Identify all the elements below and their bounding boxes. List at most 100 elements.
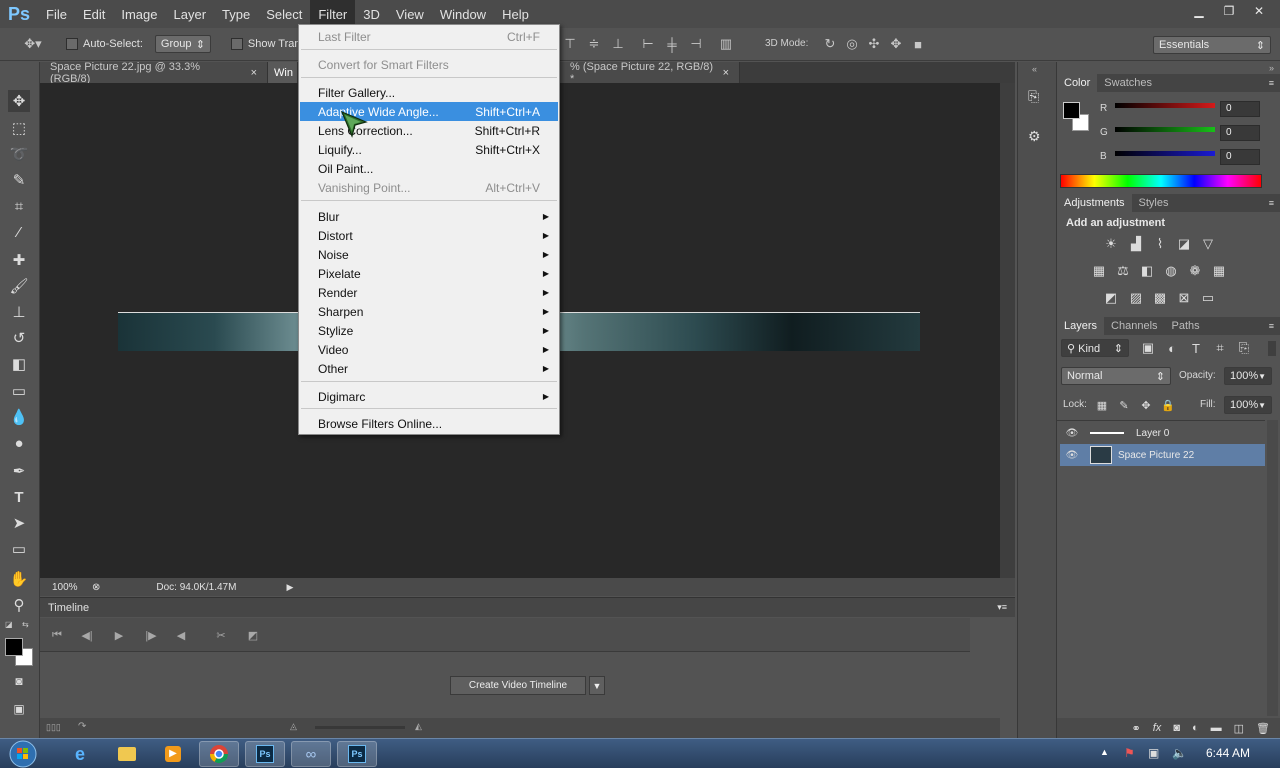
swap-colors-icon[interactable]: ⇆ [22,620,32,630]
eraser-tool-icon[interactable]: ◧ [8,353,30,375]
timeline-type-dropdown[interactable]: ▼ [589,676,605,695]
black-white-icon[interactable]: ◧ [1138,263,1156,279]
gradient-map-icon[interactable]: ▭ [1199,290,1217,306]
tray-expand-icon[interactable]: ▲ [1100,747,1109,757]
vibrance-icon[interactable]: ▽ [1199,236,1217,252]
show-transform-checkbox[interactable] [230,38,243,50]
filter-shape-icon[interactable]: ⌗ [1211,340,1229,356]
clone-stamp-tool-icon[interactable]: ⊥ [8,301,30,323]
threshold-icon[interactable]: ▩ [1151,290,1169,306]
channel-mixer-icon[interactable]: ❁ [1186,263,1204,279]
foreground-color-swatch[interactable] [5,638,23,656]
auto-align-icon[interactable]: ▥ [716,34,736,54]
opacity-field[interactable]: 100% ▼ [1224,367,1272,385]
quick-select-tool-icon[interactable]: ✎ [8,169,30,191]
tray-volume-icon[interactable]: 🔈 [1172,746,1187,760]
history-brush-tool-icon[interactable]: ↺ [8,327,30,349]
close-button[interactable]: ✕ [1246,2,1272,20]
tab-adjustments[interactable]: Adjustments [1057,194,1132,212]
taskbar-clock[interactable]: 6:44 AM [1206,746,1250,760]
lock-pixels-icon[interactable]: ✎ [1115,397,1133,413]
menu-type[interactable]: Type [214,0,258,28]
filter-adjustment-icon[interactable]: ◐ [1163,340,1181,356]
screen-mode-icon[interactable]: ▣ [8,698,30,720]
tab-styles[interactable]: Styles [1132,197,1176,209]
menu-item-adaptive-wide-angle[interactable]: Adaptive Wide Angle... Shift+Ctrl+A [300,102,558,121]
tab-paths[interactable]: Paths [1165,320,1207,332]
next-frame-icon[interactable]: |▶ [142,626,160,644]
taskbar-photoshop-icon[interactable]: Ps [245,741,285,767]
menu-item-oil-paint[interactable]: Oil Paint... [300,159,558,178]
menu-item-noise[interactable]: Noise ▶ [300,245,558,264]
layer-style-icon[interactable]: fx [1153,722,1162,734]
default-colors-icon[interactable]: ◪ [5,620,15,630]
new-layer-icon[interactable]: ◫ [1234,722,1244,735]
menu-item-filter-gallery[interactable]: Filter Gallery... [300,83,558,102]
lock-transparent-icon[interactable]: ▦ [1093,397,1111,413]
add-mask-icon[interactable]: ◙ [1173,722,1180,734]
taskbar-chrome-icon[interactable] [199,741,239,767]
collapse-panels-icon[interactable]: » [1269,63,1274,73]
filter-smart-object-icon[interactable]: ⎘ [1235,340,1253,356]
lock-all-icon[interactable]: 🔒 [1159,397,1177,413]
dodge-tool-icon[interactable]: ● [8,432,30,454]
new-adjustment-icon[interactable]: ◐ [1192,722,1199,734]
blur-tool-icon[interactable]: 💧 [8,406,30,428]
zoom-level[interactable]: 100% [52,582,86,593]
green-slider[interactable] [1115,127,1215,132]
color-panel-menu-icon[interactable]: ≡ [1269,78,1274,88]
menu-item-blur[interactable]: Blur ▶ [300,207,558,226]
tab-win[interactable]: Win [268,62,298,83]
workspace-dropdown[interactable]: Essentials ⇕ [1153,36,1271,54]
previous-frame-icon[interactable]: ◀| [78,626,96,644]
blend-mode-dropdown[interactable]: Normal ⇕ [1061,367,1171,385]
pen-tool-icon[interactable]: ✒ [8,460,30,482]
menu-image[interactable]: Image [113,0,165,28]
tab-layers[interactable]: Layers [1057,317,1105,335]
frame-animation-icon[interactable]: ▯▯▯ [46,722,61,733]
3d-roll-icon[interactable]: ◎ [842,34,862,54]
align-vcenter-icon[interactable]: ≑ [584,34,604,54]
move-tool-preset-icon[interactable]: ✥▾ [20,34,46,54]
tab-color[interactable]: Color [1057,74,1098,92]
brightness-icon[interactable]: ☀ [1102,236,1120,252]
menu-item-render[interactable]: Render ▶ [300,283,558,302]
expand-panels-icon[interactable]: « [1032,64,1037,74]
taskbar-photoshop-2-icon[interactable]: Ps [337,741,377,767]
render-icon[interactable]: ↷ [78,721,86,732]
visibility-eye-icon[interactable]: 👁 [1060,428,1084,439]
menu-item-sharpen[interactable]: Sharpen ▶ [300,302,558,321]
new-group-icon[interactable]: ▬ [1211,722,1222,734]
restore-button[interactable]: ❐ [1216,2,1242,20]
auto-select-checkbox[interactable] [66,38,78,50]
tray-flag-icon[interactable]: ⚑ [1124,746,1135,760]
tab-channels[interactable]: Channels [1104,320,1164,332]
lasso-tool-icon[interactable]: ➰ [8,143,30,165]
layer-row-space-picture[interactable]: 👁 Space Picture 22 [1060,444,1265,466]
menu-item-video[interactable]: Video ▶ [300,340,558,359]
tray-network-icon[interactable]: ▣ [1148,746,1159,760]
menu-item-pixelate[interactable]: Pixelate ▶ [300,264,558,283]
filter-toggle[interactable] [1268,341,1276,356]
crop-tool-icon[interactable]: ⌗ [8,195,30,217]
start-button[interactable] [6,739,40,768]
menu-item-last-filter[interactable]: Last Filter Ctrl+F [300,27,558,46]
marquee-tool-icon[interactable]: ⬚ [8,117,30,139]
menu-layer[interactable]: Layer [166,0,215,28]
tab-untitled[interactable]: % (Space Picture 22, RGB/8) * × [560,61,740,85]
lock-position-icon[interactable]: ✥ [1137,397,1155,413]
color-fg-swatch[interactable] [1063,102,1080,119]
layers-scrollbar[interactable] [1267,420,1278,716]
audio-icon[interactable]: ◀ [172,626,190,644]
photo-filter-icon[interactable]: ◍ [1162,263,1180,279]
auto-select-dropdown[interactable]: Group ⇕ [154,35,211,53]
healing-brush-tool-icon[interactable]: ✚ [8,249,30,271]
path-select-tool-icon[interactable]: ➤ [8,512,30,534]
taskbar-explorer-icon[interactable] [107,741,147,767]
move-tool-icon[interactable]: ✥ [8,90,30,112]
curves-icon[interactable]: ⌇ [1151,236,1169,252]
go-first-frame-icon[interactable]: ⏮ [48,626,66,644]
3d-pan-icon[interactable]: ✣ [864,34,884,54]
3d-slide-icon[interactable]: ✥ [886,34,906,54]
properties-panel-icon[interactable]: ⚙ [1028,128,1048,148]
